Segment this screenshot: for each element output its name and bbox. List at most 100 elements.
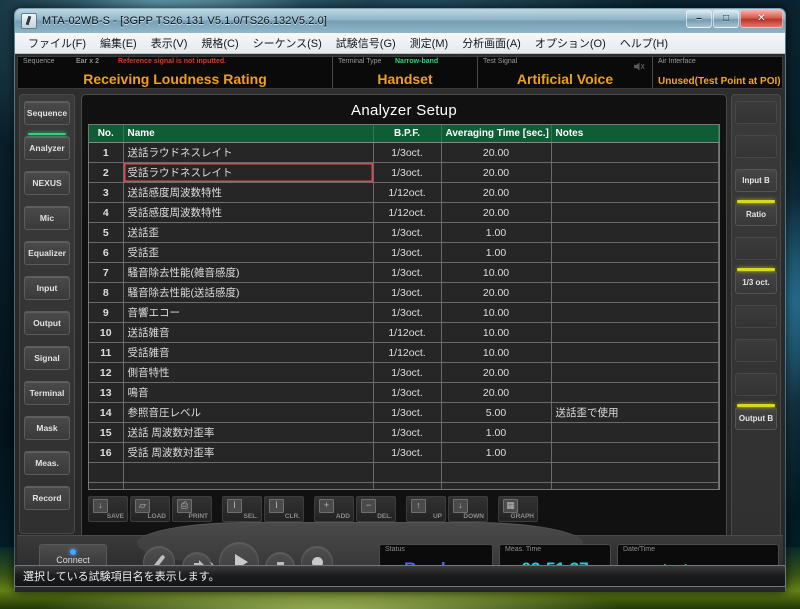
table-row[interactable]: 8 騒音除去性能(送話感度) 1/3oct. 20.00 <box>89 282 719 303</box>
row-cell-no[interactable]: 1 <box>89 142 124 163</box>
row-cell-notes[interactable] <box>551 302 719 323</box>
param-button-output-b[interactable]: Output B <box>735 404 777 430</box>
row-cell-name[interactable] <box>123 462 374 483</box>
menu-item-9[interactable]: ヘルプ(H) <box>613 33 675 53</box>
row-cell-bpf[interactable]: 1/12oct. <box>373 202 442 223</box>
menu-item-4[interactable]: シーケンス(S) <box>246 33 329 53</box>
minimize-button[interactable]: – <box>686 10 712 28</box>
row-cell-notes[interactable] <box>551 202 719 223</box>
sidebar-item-sequence[interactable]: Sequence <box>24 101 70 125</box>
row-cell-notes[interactable] <box>551 182 719 203</box>
menu-item-2[interactable]: 表示(V) <box>144 33 195 53</box>
table-row[interactable]: 15 送話 周波数対歪率 1/3oct. 1.00 <box>89 422 719 443</box>
row-cell-avg[interactable]: 20.00 <box>441 362 552 383</box>
row-cell-notes[interactable] <box>551 262 719 283</box>
column-header-avg[interactable]: Averaging Time [sec.] <box>441 125 552 143</box>
row-cell-avg[interactable]: 1.00 <box>441 222 552 243</box>
row-cell-no[interactable]: 11 <box>89 342 124 363</box>
row-cell-avg[interactable]: 5.00 <box>441 402 552 423</box>
table-row[interactable]: 16 受話 周波数対歪率 1/3oct. 1.00 <box>89 442 719 463</box>
row-cell-no[interactable]: 6 <box>89 242 124 263</box>
row-cell-no[interactable]: 14 <box>89 402 124 423</box>
table-row[interactable]: 2 受話ラウドネスレイト 1/3oct. 20.00 <box>89 162 719 183</box>
row-cell-bpf[interactable]: 1/3oct. <box>373 422 442 443</box>
row-cell-no[interactable] <box>89 462 124 483</box>
menu-item-8[interactable]: オプション(O) <box>528 33 613 53</box>
menu-item-1[interactable]: 編集(E) <box>93 33 144 53</box>
row-cell-bpf[interactable]: 1/12oct. <box>373 322 442 343</box>
sidebar-item-record[interactable]: Record <box>24 486 70 510</box>
row-cell-no[interactable]: 3 <box>89 182 124 203</box>
row-cell-name[interactable]: 騒音除去性能(送話感度) <box>123 282 374 303</box>
table-row[interactable]: 14 参照音圧レベル 1/3oct. 5.00 送話歪で使用 <box>89 402 719 423</box>
toolbar-button-down[interactable]: ↓ DOWN <box>448 496 488 522</box>
row-cell-name[interactable]: 鳴音 <box>123 382 374 403</box>
column-header-name[interactable]: Name <box>123 125 374 143</box>
table-row[interactable]: 7 騒音除去性能(雑音感度) 1/3oct. 10.00 <box>89 262 719 283</box>
sidebar-item-mask[interactable]: Mask <box>24 416 70 440</box>
row-cell-bpf[interactable]: 1/3oct. <box>373 222 442 243</box>
table-row[interactable]: 13 鳴音 1/3oct. 20.00 <box>89 382 719 403</box>
table-row[interactable]: 10 送話雑音 1/12oct. 10.00 <box>89 322 719 343</box>
param-button-input-b[interactable]: Input B <box>735 169 777 192</box>
sidebar-item-mic[interactable]: Mic <box>24 206 70 230</box>
row-cell-name[interactable]: 音響エコー <box>123 302 374 323</box>
row-cell-bpf[interactable]: 1/3oct. <box>373 142 442 163</box>
table-row[interactable]: 4 受話感度周波数特性 1/12oct. 20.00 <box>89 202 719 223</box>
row-cell-avg[interactable]: 10.00 <box>441 342 552 363</box>
toolbar-button-load[interactable]: ▱ LOAD <box>130 496 170 522</box>
row-cell-notes[interactable] <box>551 362 719 383</box>
table-row[interactable] <box>89 462 719 483</box>
sidebar-item-equalizer[interactable]: Equalizer <box>24 241 70 265</box>
row-cell-name[interactable]: 受話ラウドネスレイト <box>123 162 374 183</box>
row-cell-no[interactable]: 15 <box>89 422 124 443</box>
row-cell-no[interactable]: 2 <box>89 162 124 183</box>
toolbar-button-up[interactable]: ↑ UP <box>406 496 446 522</box>
row-cell-avg[interactable] <box>441 462 552 483</box>
close-button[interactable]: ✕ <box>740 10 783 28</box>
menu-item-0[interactable]: ファイル(F) <box>21 33 93 53</box>
row-cell-bpf[interactable]: 1/3oct. <box>373 402 442 423</box>
row-cell-avg[interactable]: 1.00 <box>441 442 552 463</box>
table-row[interactable]: 12 側音特性 1/3oct. 20.00 <box>89 362 719 383</box>
menu-item-3[interactable]: 規格(C) <box>194 33 245 53</box>
toolbar-button-sel[interactable]: I SEL. <box>222 496 262 522</box>
table-row[interactable]: 3 送話感度周波数特性 1/12oct. 20.00 <box>89 182 719 203</box>
row-cell-name[interactable] <box>123 482 374 489</box>
row-cell-name[interactable]: 送話歪 <box>123 222 374 243</box>
row-cell-name[interactable]: 受話歪 <box>123 242 374 263</box>
row-cell-name[interactable]: 参照音圧レベル <box>123 402 374 423</box>
sidebar-item-nexus[interactable]: NEXUS <box>24 171 70 195</box>
analyzer-grid-container[interactable]: No. Name B.P.F. Averaging Time [sec.] No… <box>88 124 720 490</box>
row-cell-avg[interactable]: 20.00 <box>441 382 552 403</box>
toolbar-button-print[interactable]: ⎙ PRINT <box>172 496 212 522</box>
toolbar-button-clr[interactable]: I CLR. <box>264 496 304 522</box>
column-header-no[interactable]: No. <box>89 125 124 143</box>
row-cell-bpf[interactable]: 1/3oct. <box>373 362 442 383</box>
row-cell-no[interactable]: 9 <box>89 302 124 323</box>
sidebar-item-analyzer[interactable]: Analyzer <box>24 133 70 160</box>
param-button-ratio[interactable]: Ratio <box>735 200 777 226</box>
row-cell-name[interactable]: 受話 周波数対歪率 <box>123 442 374 463</box>
row-cell-no[interactable]: 13 <box>89 382 124 403</box>
row-cell-no[interactable]: 7 <box>89 262 124 283</box>
row-cell-bpf[interactable]: 1/3oct. <box>373 282 442 303</box>
table-row[interactable]: 6 受話歪 1/3oct. 1.00 <box>89 242 719 263</box>
row-cell-name[interactable]: 送話感度周波数特性 <box>123 182 374 203</box>
row-cell-notes[interactable] <box>551 462 719 483</box>
row-cell-avg[interactable]: 10.00 <box>441 322 552 343</box>
row-cell-no[interactable]: 4 <box>89 202 124 223</box>
row-cell-notes[interactable] <box>551 482 719 489</box>
row-cell-notes[interactable] <box>551 142 719 163</box>
sidebar-item-terminal[interactable]: Terminal <box>24 381 70 405</box>
row-cell-avg[interactable]: 1.00 <box>441 422 552 443</box>
row-cell-bpf[interactable] <box>373 462 442 483</box>
menu-item-5[interactable]: 試験信号(G) <box>329 33 403 53</box>
row-cell-notes[interactable] <box>551 422 719 443</box>
row-cell-notes[interactable] <box>551 382 719 403</box>
table-row[interactable]: 1 送話ラウドネスレイト 1/3oct. 20.00 <box>89 142 719 163</box>
row-cell-no[interactable]: 10 <box>89 322 124 343</box>
table-row[interactable]: 5 送話歪 1/3oct. 1.00 <box>89 222 719 243</box>
row-cell-bpf[interactable]: 1/3oct. <box>373 162 442 183</box>
table-row[interactable] <box>89 482 719 489</box>
